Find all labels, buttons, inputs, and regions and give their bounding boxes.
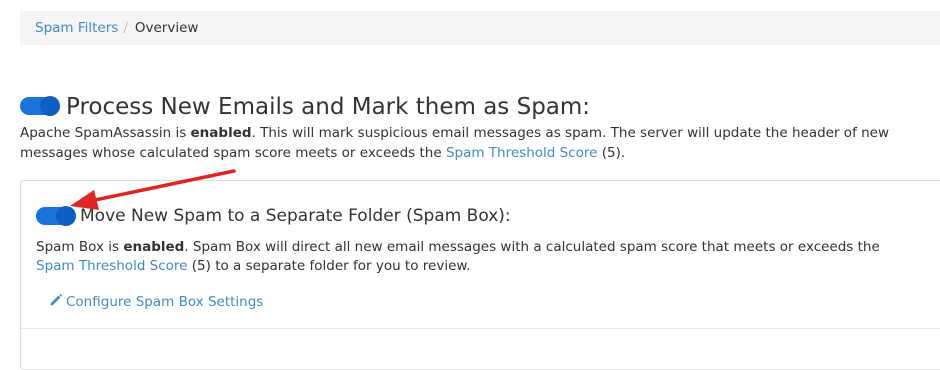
breadcrumb: Spam Filters / Overview <box>20 11 940 45</box>
desc-text: . Spam Box will direct all new email mes… <box>184 239 880 255</box>
spam-threshold-link[interactable]: Spam Threshold Score <box>36 258 188 274</box>
status-enabled: enabled <box>190 125 252 141</box>
status-enabled: enabled <box>123 239 185 255</box>
panel-divider <box>21 328 940 329</box>
process-emails-toggle[interactable] <box>20 96 60 116</box>
breadcrumb-overview: Overview <box>134 20 199 36</box>
breadcrumb-spam-filters[interactable]: Spam Filters <box>35 20 118 36</box>
spam-box-description: Spam Box is enabled. Spam Box will direc… <box>36 238 916 276</box>
configure-spam-box-link[interactable]: Configure Spam Box Settings <box>49 292 263 312</box>
spam-threshold-link[interactable]: Spam Threshold Score <box>446 145 598 161</box>
spam-box-toggle[interactable] <box>36 206 76 226</box>
pencil-icon <box>50 293 63 306</box>
desc-text: Spam Box is <box>36 239 124 255</box>
configure-spam-box-label: Configure Spam Box Settings <box>66 294 264 310</box>
desc-text: (5). <box>597 145 626 161</box>
process-emails-heading: Process New Emails and Mark them as Spam… <box>66 94 591 120</box>
breadcrumb-separator: / <box>123 20 128 36</box>
toggle-knob <box>40 96 60 116</box>
desc-text: (5) to a separate folder for you to revi… <box>187 258 471 274</box>
spam-box-heading: Move New Spam to a Separate Folder (Spam… <box>80 206 511 226</box>
desc-text: Apache SpamAssassin is <box>20 125 191 141</box>
process-emails-description: Apache SpamAssassin is enabled. This wil… <box>20 123 925 163</box>
toggle-knob <box>56 206 76 226</box>
